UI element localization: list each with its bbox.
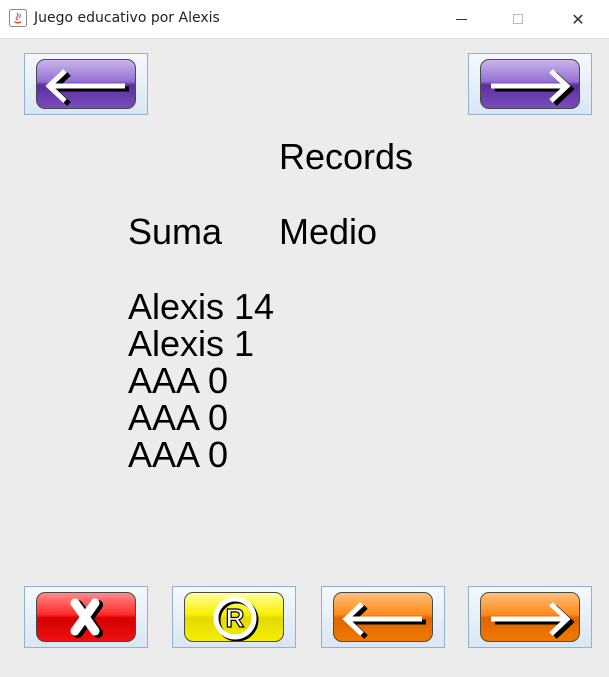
- maximize-icon: [513, 14, 523, 24]
- operation-label: Suma: [128, 211, 223, 252]
- next-button[interactable]: [468, 586, 592, 648]
- top-forward-button[interactable]: [468, 53, 592, 115]
- left-arrow-icon: [45, 69, 129, 106]
- record-entry: AAA 0: [128, 397, 229, 438]
- prev-button-face: [333, 592, 433, 642]
- registered-icon-letter: R: [226, 603, 245, 633]
- x-icon: [70, 598, 103, 638]
- title-bar: Juego educativo por Alexis ✕: [0, 0, 609, 39]
- minimize-button[interactable]: [438, 0, 484, 38]
- records-button[interactable]: R: [172, 586, 296, 648]
- registered-icon: R: [213, 596, 259, 641]
- java-app-icon: [9, 9, 27, 27]
- top-forward-button-face: [480, 59, 580, 109]
- window-title: Juego educativo por Alexis: [34, 10, 220, 26]
- records-heading: Records: [279, 136, 414, 177]
- record-entry: Alexis 1: [128, 323, 255, 364]
- next-button-face: [480, 592, 580, 642]
- record-entry: AAA 0: [128, 434, 229, 475]
- maximize-button[interactable]: [495, 0, 541, 38]
- close-button[interactable]: ✕: [555, 0, 601, 38]
- records-button-face: R: [184, 592, 284, 642]
- right-arrow-icon: [491, 602, 575, 639]
- close-icon: ✕: [571, 9, 585, 29]
- left-arrow-icon: [342, 602, 426, 639]
- top-back-button[interactable]: [24, 53, 148, 115]
- record-entry: AAA 0: [128, 360, 229, 401]
- record-entry: Alexis 14: [128, 286, 275, 327]
- exit-button-face: [36, 592, 136, 642]
- top-back-button-face: [36, 59, 136, 109]
- level-label: Medio: [279, 211, 378, 252]
- right-arrow-icon: [491, 69, 575, 106]
- minimize-icon: [455, 18, 467, 20]
- exit-button[interactable]: [24, 586, 148, 648]
- prev-button[interactable]: [321, 586, 445, 648]
